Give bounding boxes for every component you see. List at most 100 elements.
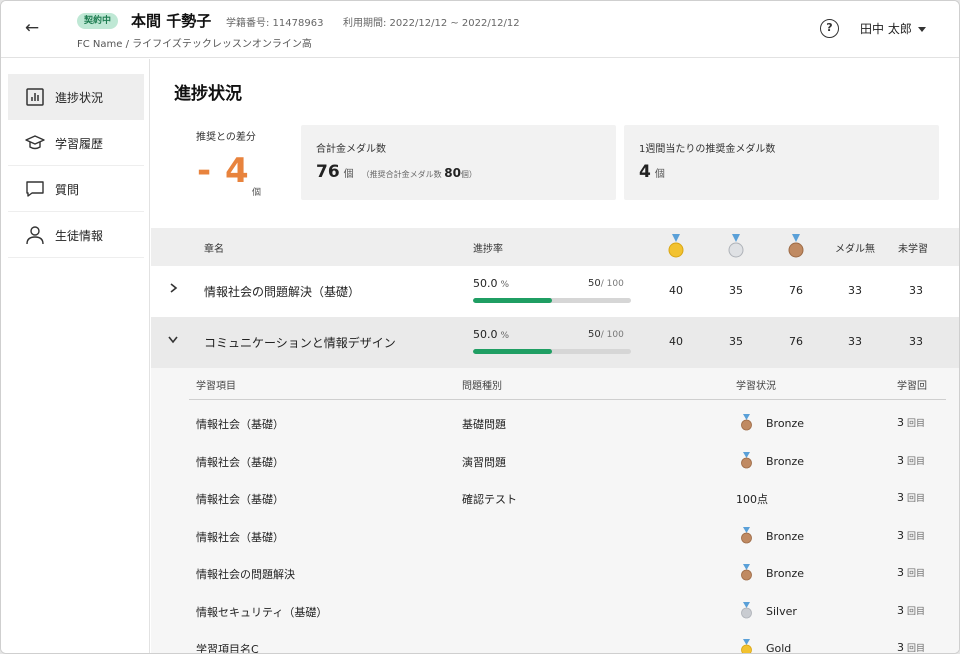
status-column-header: 学習状況 — [736, 381, 776, 392]
study-status: Bronze — [766, 417, 805, 430]
chevron-right-icon[interactable] — [166, 281, 180, 295]
study-count-unit: 回目 — [907, 456, 926, 467]
person-icon — [26, 226, 44, 245]
weekly-medals-card: 1週間当たりの推奨金メダル数 4個 — [624, 125, 939, 200]
silver-count: 35 — [729, 284, 743, 297]
study-item-name: 情報社会（基礎） — [196, 455, 284, 469]
progress-done: 50 — [588, 278, 601, 289]
bronze-count: 76 — [789, 335, 803, 348]
study-score: 100点 — [736, 493, 768, 506]
sidebar: 進捗状況 学習履歴 質問 生徒情報 — [1, 59, 150, 653]
chevron-down-icon — [917, 27, 926, 32]
bronze-medal-icon — [741, 526, 752, 543]
type-column-header: 問題種別 — [462, 381, 502, 392]
study-count: 3 回目 — [897, 641, 925, 654]
sidebar-item-progress[interactable]: 進捗状況 — [8, 74, 144, 120]
progress-bar — [473, 349, 631, 354]
study-item-name: 情報社会（基礎） — [196, 530, 284, 544]
chevron-down-icon[interactable] — [166, 332, 180, 346]
gold-medal-icon — [741, 639, 752, 653]
user-name: 田中 太郎 — [860, 22, 912, 36]
student-id: 学籍番号: 11478963 — [226, 18, 324, 29]
progress-percent: 50.0% — [473, 277, 509, 290]
chapter-name: コミュニケーションと情報デザイン — [204, 336, 396, 350]
contract-status-badge: 契約中 — [77, 13, 119, 29]
study-item-name: 情報社会（基礎） — [196, 418, 284, 431]
bronze-medal-icon — [741, 414, 752, 431]
chapter-row[interactable]: 情報社会の問題解決（基礎） 50.0% 50/ 100 40 35 76 33 … — [151, 266, 959, 317]
recommended-total-label: （推奨合計金メダル数 — [361, 170, 442, 179]
chapter-column-header: 章名 — [204, 244, 224, 255]
sidebar-item-student-info[interactable]: 生徒情報 — [8, 212, 144, 258]
sidebar-item-label: 学習履歴 — [55, 137, 104, 151]
recommended-total-medals: （推奨合計金メダル数 80個） — [361, 166, 477, 180]
study-count-value: 3 — [897, 641, 904, 654]
gold-count: 40 — [669, 335, 683, 348]
chapter-row[interactable]: コミュニケーションと情報デザイン 50.0% 50/ 100 40 35 76 … — [151, 317, 959, 368]
progress-done: 50 — [588, 329, 601, 340]
detail-row[interactable]: 情報セキュリティ（基礎） Silver 3 回目 — [151, 592, 959, 629]
breadcrumb: FC Name / ライフイズテックレッスンオンライン高 — [77, 39, 312, 50]
study-count: 3 回目 — [897, 529, 925, 542]
progress-percent: 50.0% — [473, 328, 509, 341]
study-count-value: 3 — [897, 453, 904, 467]
study-count-unit: 回目 — [907, 531, 926, 542]
silver-medal-icon — [728, 234, 744, 258]
chat-bubble-icon — [26, 181, 44, 197]
study-item-name: 学習項目名C — [196, 643, 259, 654]
study-count: 3 回目 — [897, 416, 925, 429]
study-status: Silver — [766, 604, 797, 618]
detail-row[interactable]: 情報社会（基礎） 基礎問題 Bronze 3 回目 — [151, 404, 959, 441]
silver-count: 35 — [729, 335, 743, 348]
chapter-detail-panel: 学習項目 問題種別 学習状況 学習回 情報社会（基礎） 基礎問題 Bronze 3 回目… — [151, 368, 959, 654]
weekly-medals-unit: 個 — [654, 169, 665, 180]
recommend-diff-label: 推奨との差分 — [196, 132, 256, 143]
silver-medal-icon — [741, 601, 752, 618]
study-count-unit: 回目 — [907, 419, 926, 429]
detail-row[interactable]: 学習項目名C Gold 3 回目 — [151, 629, 959, 654]
not-studied-count: 33 — [909, 284, 923, 297]
study-item-name: 情報社会（基礎） — [196, 493, 284, 506]
study-status: Bronze — [766, 454, 805, 468]
chapter-table-header: 章名 進捗率 メダル無 未学習 — [151, 228, 959, 266]
sidebar-item-label: 生徒情報 — [55, 229, 104, 243]
weekly-medals-value: 4個 — [639, 162, 665, 182]
bronze-medal-icon — [741, 564, 752, 581]
detail-row[interactable]: 情報社会（基礎） 演習問題 Bronze 3 回目 — [151, 442, 959, 479]
help-icon[interactable]: ? — [820, 19, 839, 38]
back-arrow-icon[interactable]: ← — [21, 17, 43, 39]
study-status: Bronze — [766, 529, 805, 543]
detail-row[interactable]: 情報社会（基礎） Bronze 3 回目 — [151, 517, 959, 554]
student-name: 本間 千勢子 — [131, 12, 212, 30]
not-studied-column-header: 未学習 — [898, 244, 928, 255]
total-medals-card: 合計金メダル数 76 個 （推奨合計金メダル数 80個） — [301, 125, 616, 200]
study-count: 3 回目 — [897, 604, 925, 617]
sidebar-item-label: 質問 — [55, 183, 80, 197]
study-count-value: 3 — [897, 416, 904, 429]
detail-row[interactable]: 情報社会（基礎） 確認テスト 100点 3 回目 — [151, 479, 959, 516]
page-title: 進捗状況 — [174, 84, 242, 104]
recommend-diff-unit: 個 — [252, 188, 262, 198]
sidebar-item-history[interactable]: 学習履歴 — [8, 120, 144, 166]
progress-percent-unit: % — [500, 280, 510, 290]
detail-row[interactable]: 情報社会の問題解決 Bronze 3 回目 — [151, 554, 959, 591]
sidebar-item-questions[interactable]: 質問 — [8, 166, 144, 212]
chart-icon — [26, 88, 44, 106]
bronze-medal-icon — [788, 234, 804, 258]
progress-total: / 100 — [600, 330, 624, 340]
count-column-header: 学習回 — [897, 381, 927, 392]
progress-percent-unit: % — [500, 331, 510, 341]
study-count-value: 3 — [897, 566, 904, 579]
graduation-cap-icon — [25, 135, 45, 150]
question-type: 確認テスト — [462, 493, 517, 506]
weekly-medals-label: 1週間当たりの推奨金メダル数 — [639, 144, 776, 155]
divider — [189, 399, 946, 400]
recommended-total-value: 80 — [444, 166, 461, 180]
user-menu[interactable]: 田中 太郎 — [860, 20, 926, 37]
study-status: Gold — [766, 642, 792, 654]
progress-ratio: 50/ 100 — [588, 329, 624, 340]
gold-count: 40 — [669, 284, 683, 297]
progress-bar-fill — [473, 349, 552, 354]
total-medals-value: 76 個 （推奨合計金メダル数 80個） — [316, 162, 477, 182]
item-column-header: 学習項目 — [196, 381, 236, 392]
